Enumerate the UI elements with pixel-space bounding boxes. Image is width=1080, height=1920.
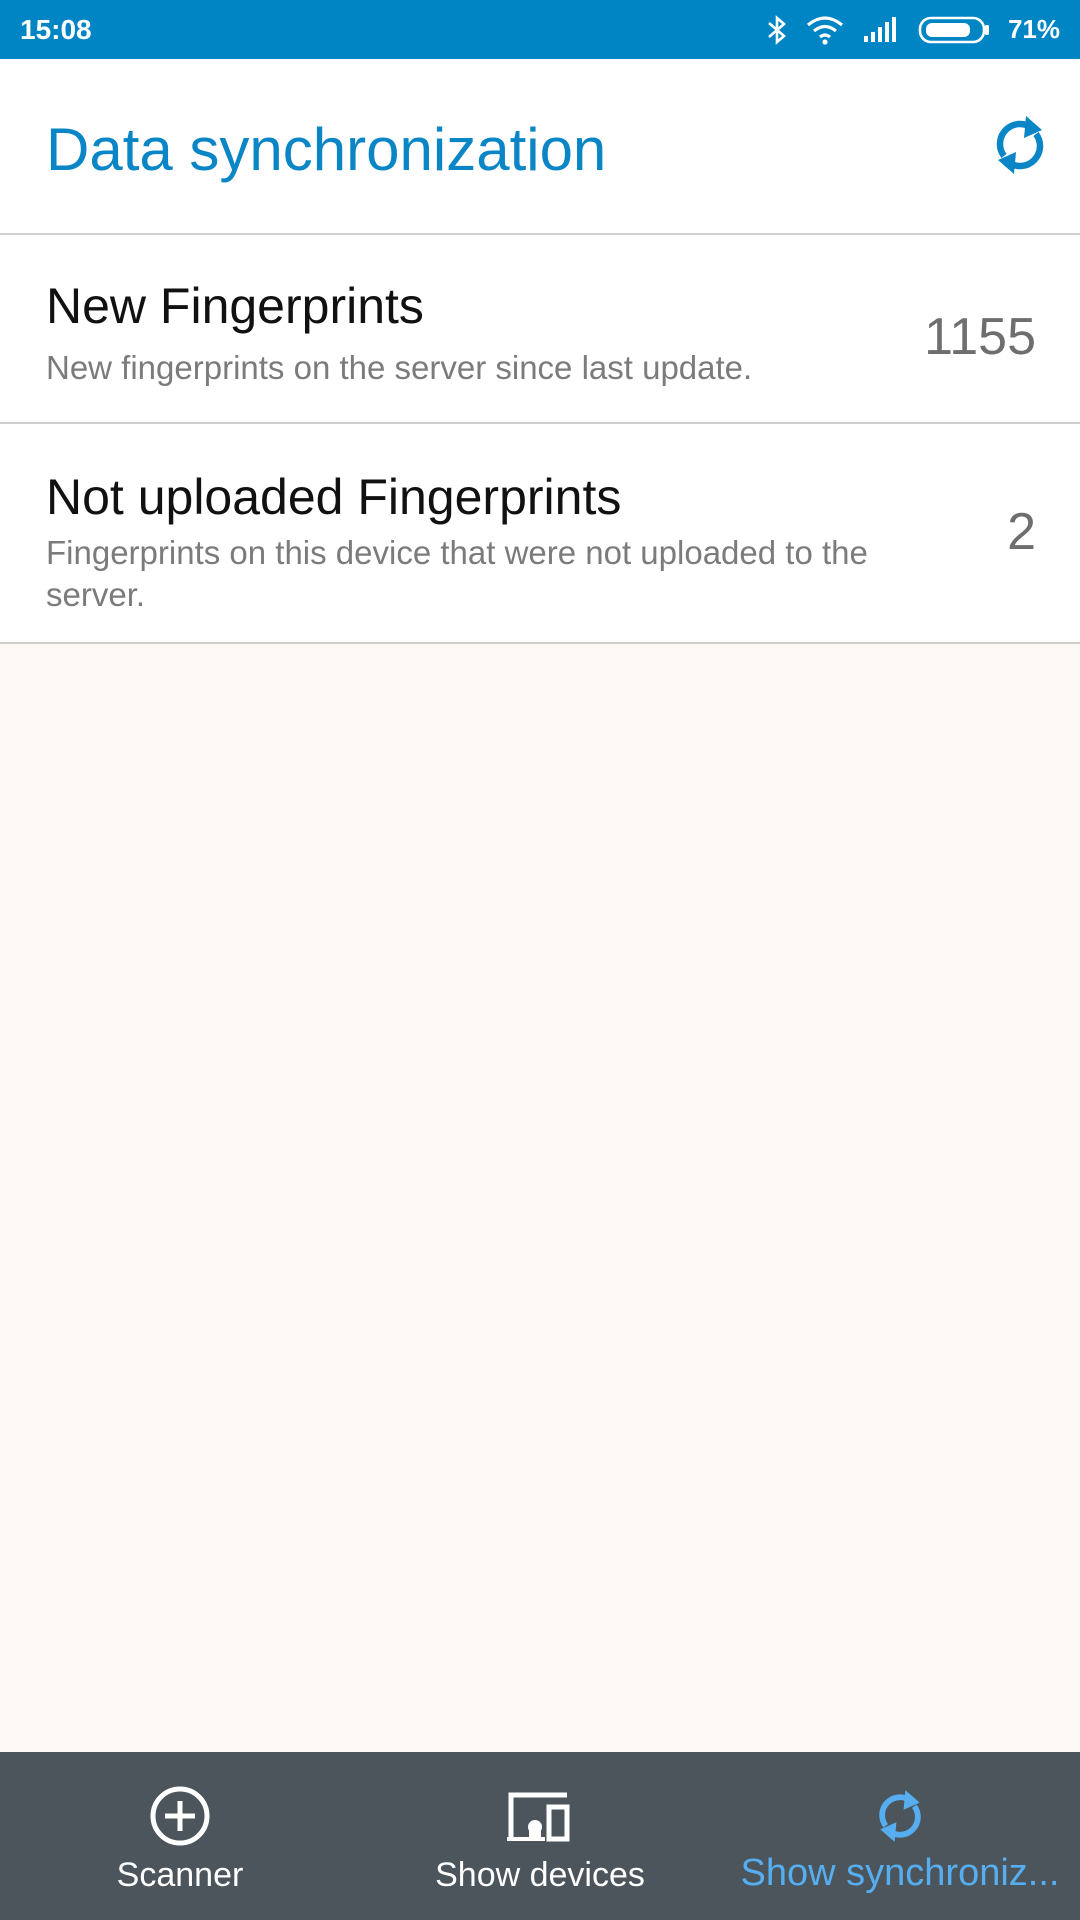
status-bar: 15:08 71% [0, 0, 1080, 59]
battery-percent: 71% [1007, 14, 1060, 44]
signal-icon [862, 16, 900, 44]
devices-icon [505, 1782, 575, 1850]
app-header: Data synchronization [0, 59, 1080, 235]
list-item-title: New Fingerprints [46, 278, 424, 334]
list-item-count: 2 [1007, 503, 1036, 561]
status-time: 15:08 [20, 13, 92, 45]
nav-label: Scanner [116, 1856, 244, 1894]
refresh-button[interactable] [982, 109, 1058, 185]
nav-label: Show devices [435, 1856, 645, 1894]
nav-label: Show synchroniz... [740, 1852, 1060, 1894]
list-item-title: Not uploaded Fingerprints [46, 469, 622, 525]
list-item-new-fingerprints[interactable]: New Fingerprints New fingerprints on the… [0, 235, 1080, 424]
bluetooth-icon [766, 14, 788, 46]
page-title: Data synchronization [46, 116, 607, 183]
list-item-count: 1155 [924, 308, 1036, 366]
nav-item-show-synchronization[interactable]: Show synchroniz... [720, 1752, 1080, 1920]
bottom-navigation: Scanner Show devices Show synchroniz... [0, 1752, 1080, 1920]
nav-item-show-devices[interactable]: Show devices [360, 1752, 720, 1920]
wifi-icon [806, 15, 844, 45]
sync-list: New Fingerprints New fingerprints on the… [0, 235, 1080, 644]
status-icons: 71% [766, 14, 1060, 46]
battery-icon [918, 15, 990, 45]
sync-icon [992, 112, 1048, 183]
add-circle-icon [148, 1782, 212, 1850]
list-item-subtitle: New fingerprints on the server since las… [46, 349, 753, 386]
list-item-subtitle: Fingerprints on this device that were no… [46, 534, 868, 613]
sync-icon [875, 1782, 925, 1850]
list-item-not-uploaded-fingerprints[interactable]: Not uploaded Fingerprints Fingerprints o… [0, 424, 1080, 644]
nav-item-scanner[interactable]: Scanner [0, 1752, 360, 1920]
